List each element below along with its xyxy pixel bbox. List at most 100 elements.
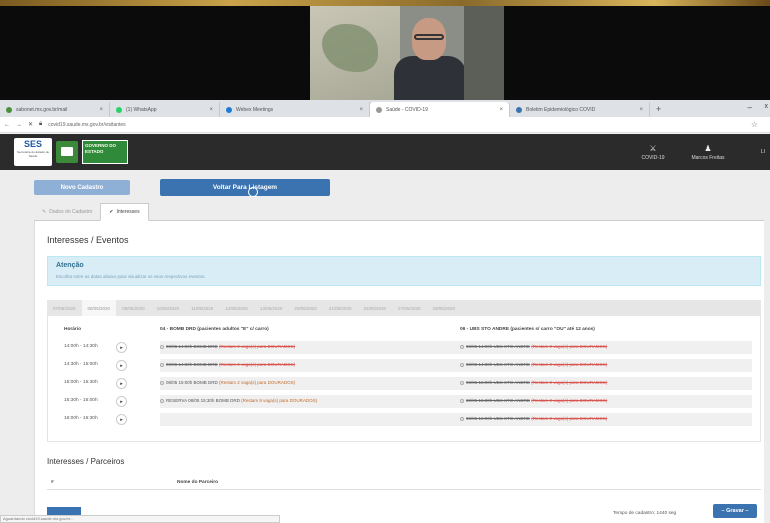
slot-radio [460,345,464,349]
tab-close-icon[interactable]: × [359,107,363,113]
video-strip [0,0,770,100]
col-bomb-drd: 04 - BOMB DRD (pacientes adultos "E" c/ … [160,327,269,332]
date-tab[interactable]: 29/05/2020 [427,300,462,316]
date-tab[interactable]: 21/05/2020 [323,300,358,316]
event-slot-option[interactable]: RESERVA 08/05 15:30h BOMB DRD (Restam 8 … [160,398,317,403]
browser-window: sabonet.ms.gov.br/mail × (1) WhatsApp × Webe… [0,100,770,523]
slot-radio [460,417,464,421]
expand-slot-button[interactable]: ▸ [116,414,127,425]
date-tab[interactable]: 07/05/2020 [47,300,82,316]
date-tab[interactable]: 08/05/2020 [81,300,117,316]
date-tab[interactable]: 10/05/2020 [151,300,186,316]
slot-label: 08/05 15:30h UBS STO ANDRE [466,398,530,403]
address-bar[interactable]: ← → ✕ 🔒︎ covid19.saude.ms.gov.br/visitan… [0,117,770,133]
browser-tab[interactable]: Boletim Epidemiológico COVID × [510,102,650,117]
gravar-button[interactable]: – Gravar – [713,504,757,518]
time-slot: 15:00h - 15:30h [64,380,98,385]
date-tab[interactable]: 13/05/2020 [254,300,289,316]
edit-icon: ✎ [42,209,47,215]
interesses-panel: Interesses / Eventos Atenção Escolha ent… [34,221,764,523]
date-tab[interactable]: 09/05/2020 [116,300,151,316]
schedule-row: 14:30h - 15:00h ▸ 08/05 14:30h BOMB DRD (R… [48,358,762,373]
tab-label: Boletim Epidemiológico COVID [526,106,596,113]
parceiros-table-header: # Nome do Parceiro [47,476,761,490]
slot-label: 08/05 14:00h BOMB DRD [166,344,218,349]
app-header: SES Secretaria de Estado de Saúde GOVERN… [0,134,770,170]
slot-radio[interactable] [160,399,164,403]
browser-tab[interactable]: (1) WhatsApp × [110,102,220,117]
tab-label: sabonet.ms.gov.br/mail [16,106,68,113]
tab-close-icon[interactable]: × [639,107,643,113]
date-tab[interactable]: 11/05/2020 [185,300,219,316]
time-slot: 14:00h - 14:30h [64,344,98,349]
time-slot: 15:30h - 16:00h [64,398,98,403]
schedule-row: 16:00h - 16:30h ▸ 08/05 16:00h UBS STO AND… [48,412,762,427]
schedule-row: 15:30h - 16:00h ▸ RESERVA 08/05 15:30h BOM… [48,394,762,409]
slot-vacancies: (Restam 8 vaga(s) para DOURADOS) [241,398,318,403]
slot-label: 08/05 15:00h BOMB DRD [166,380,218,385]
covid-icon: ⚔ [649,143,657,153]
browser-status-bar: Aguardando covid19.saude.ms.gov.br... [0,515,280,523]
slot-label: RESERVA 08/05 15:30h BOMB DRD [166,398,240,403]
expand-slot-button[interactable]: ▸ [116,360,127,371]
novo-cadastro-button[interactable]: Novo Cadastro [34,180,130,195]
slot-label: 08/05 15:00h UBS STO ANDRE [466,380,530,385]
window-close-button[interactable]: x [765,103,769,110]
tab-favicon-icon [226,106,232,113]
date-tab[interactable]: 27/05/2020 [392,300,427,316]
slot-radio [160,345,164,349]
browser-tab[interactable]: sabonet.ms.gov.br/mail × [0,102,110,117]
voltar-listagem-button[interactable]: Voltar Para Listagem [160,179,330,196]
slot-radio [460,363,464,367]
event-slot-option: 08/05 14:30h UBS STO ANDRE (Restam 0 vag… [460,362,607,367]
slot-vacancies: (Restam 0 vaga(s) para DOURADOS) [531,362,608,367]
url-text[interactable]: covid19.saude.ms.gov.br/visitantes [48,122,125,128]
schedule-table: Horário 04 - BOMB DRD (pacientes adultos… [47,316,761,442]
schedule-row: 14:00h - 14:30h ▸ 08/05 14:00h BOMB DRD (R… [48,340,762,355]
forward-icon[interactable]: → [16,122,22,128]
event-slot-option: 08/05 15:00h UBS STO ANDRE (Restam 0 vag… [460,380,607,385]
slot-radio [160,363,164,367]
expand-slot-button[interactable]: ▸ [116,378,127,389]
date-tab[interactable]: 22/05/2020 [357,300,392,316]
window-minimize-button[interactable]: – [748,103,752,112]
tab-favicon-icon [6,106,12,113]
parceiros-title: Interesses / Parceiros [47,457,125,466]
slot-radio[interactable] [160,381,164,385]
user-menu-button[interactable]: ♟ Marcos Freitas [680,134,736,170]
tab-close-icon[interactable]: × [99,107,103,113]
slot-vacancies: (Restam 0 vaga(s) para DOURADOS) [219,362,296,367]
user-icon: ♟ [704,143,712,153]
new-tab-button[interactable]: + [650,104,667,114]
add-parceiro-button[interactable] [47,507,81,515]
expand-slot-button[interactable]: ▸ [116,342,127,353]
wall-background [464,6,504,100]
covid-menu-button[interactable]: ⚔ COVID-19 [630,134,676,170]
expand-slot-button[interactable]: ▸ [116,396,127,407]
event-slot-option[interactable]: 08/05 15:00h BOMB DRD (Restam 2 vaga(s) … [160,380,295,385]
reload-icon[interactable]: ✕ [28,121,33,128]
slot-vacancies: (Restam 0 vaga(s) para DOURADOS) [531,380,608,385]
time-slot: 16:00h - 16:30h [64,416,98,421]
browser-tab[interactable]: Saúde - COVID-19 × [370,102,510,117]
tab-favicon-icon [116,106,122,113]
event-slot-option: 08/05 14:30h BOMB DRD (Restam 0 vaga(s) … [160,362,295,367]
tab-close-icon[interactable]: × [499,107,503,113]
event-slot-option: 08/05 14:00h UBS STO ANDRE (Restam 0 vag… [460,344,607,349]
tab-interesses[interactable]: ✔ Interesses [100,203,149,221]
browser-tab[interactable]: Webex Meetings × [220,102,370,117]
slot-label: 08/05 14:30h BOMB DRD [166,362,218,367]
ses-logo[interactable]: SES Secretaria de Estado de Saúde [14,138,52,166]
date-tab[interactable]: 20/05/2020 [288,300,323,316]
back-icon[interactable]: ← [4,122,10,128]
tab-label: (1) WhatsApp [126,106,157,113]
tab-close-icon[interactable]: × [209,107,213,113]
tab-dados-cadastro[interactable]: ✎ Dados do Cadastro [34,203,100,221]
bookmark-star-icon[interactable]: ☆ [751,120,758,129]
slot-radio [460,381,464,385]
main-content: Novo Cadastro Voltar Para Listagem ✎ Dad… [0,170,770,523]
header-more-button[interactable]: LI [756,134,770,170]
slot-label: 08/05 14:00h UBS STO ANDRE [466,344,530,349]
attention-alert: Atenção Escolha entre as datas abaixo pa… [47,256,761,286]
date-tab[interactable]: 12/05/2020 [219,300,254,316]
